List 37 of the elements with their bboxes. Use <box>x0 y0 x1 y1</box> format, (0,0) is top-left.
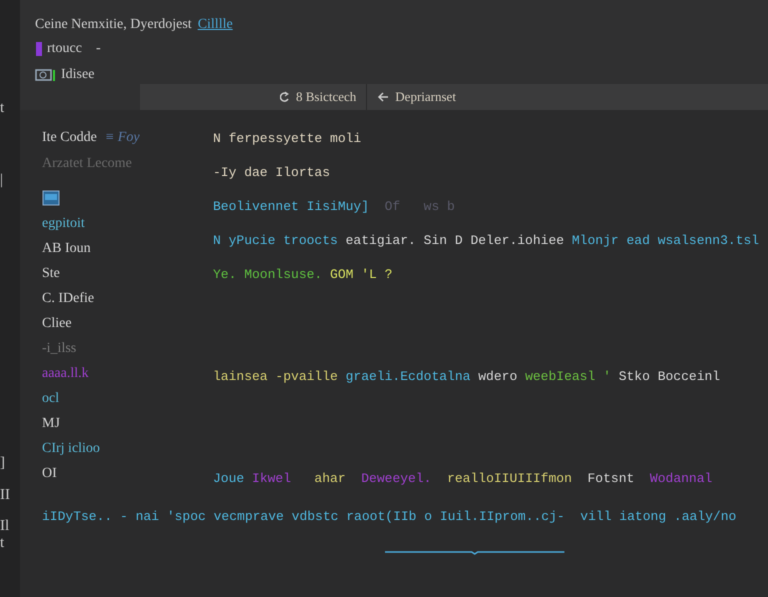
code-line: lainsea -pvaille graeli.Ecdotalna wdero weebIeasl ' Stko Bocceinl <box>213 368 720 386</box>
edge-mark: II <box>0 487 11 504</box>
edge-mark: t <box>0 535 6 552</box>
sidebar-item[interactable]: C. IDefie <box>42 290 94 307</box>
sidebar-item[interactable]: Ste <box>42 265 60 282</box>
code-line: Ye. Moonlsuse. GOM 'L ? <box>213 266 392 284</box>
sidebar-heading[interactable]: rtoucc <box>47 41 82 57</box>
sidebar-subtitle: Arzatet Lecome <box>42 156 133 173</box>
code-line: iIDyTse.. - nai 'spoc vecmprave vdbstc raoot(IIb o Iuil.IIprom..cj- vill iatong .aaly/no <box>42 507 736 527</box>
tag-icon <box>35 41 43 57</box>
sidebar-item[interactable]: egpitoit <box>42 215 85 232</box>
edge-mark: | <box>0 172 4 189</box>
sidebar-title: Ite Codde <box>42 130 97 147</box>
sidebar-item[interactable]: ocl <box>42 390 60 407</box>
sidebar-item[interactable]: CIrj iclioo <box>42 440 100 457</box>
code-line: Joue Ikwel ahar Deweeyel. realloIIUIIIfmon Fotsnt Wodannal <box>213 470 712 488</box>
window-title: Ceine Nemxitie, Dyerdojest <box>35 17 192 34</box>
sidebar-heading[interactable]: Idisee <box>61 67 94 83</box>
edge-mark: t <box>0 100 6 117</box>
refresh-icon <box>280 91 290 103</box>
sidebar-item[interactable]: OI <box>42 465 57 482</box>
code-line: N ferpessyette moli <box>213 130 362 148</box>
collapse-mark[interactable]: - <box>96 41 101 57</box>
refresh-button[interactable]: 8 Bsictcech <box>270 84 366 110</box>
back-button[interactable]: Depriarnset <box>367 84 466 110</box>
sidebar-item[interactable]: MJ <box>42 415 60 432</box>
title-link[interactable]: Cilllle <box>198 17 233 39</box>
code-line: Beolivennet IisiMuy] Of ws b <box>213 198 455 216</box>
edge-mark: ] <box>0 455 6 472</box>
sidebar-item[interactable]: AB Ioun <box>42 240 91 257</box>
back-arrow-icon <box>377 91 390 103</box>
code-line: -Iy dae Ilortas <box>213 164 330 182</box>
sidebar-item[interactable]: Cliee <box>42 315 72 332</box>
edge-mark: Il <box>0 518 10 535</box>
window-icon[interactable] <box>42 190 60 206</box>
code-line: N yPucie troocts eatigiar. Sin D Deler.iohiee Mlonjr ead wsalsenn3.tsl <box>213 232 760 250</box>
picture-icon <box>35 68 57 82</box>
